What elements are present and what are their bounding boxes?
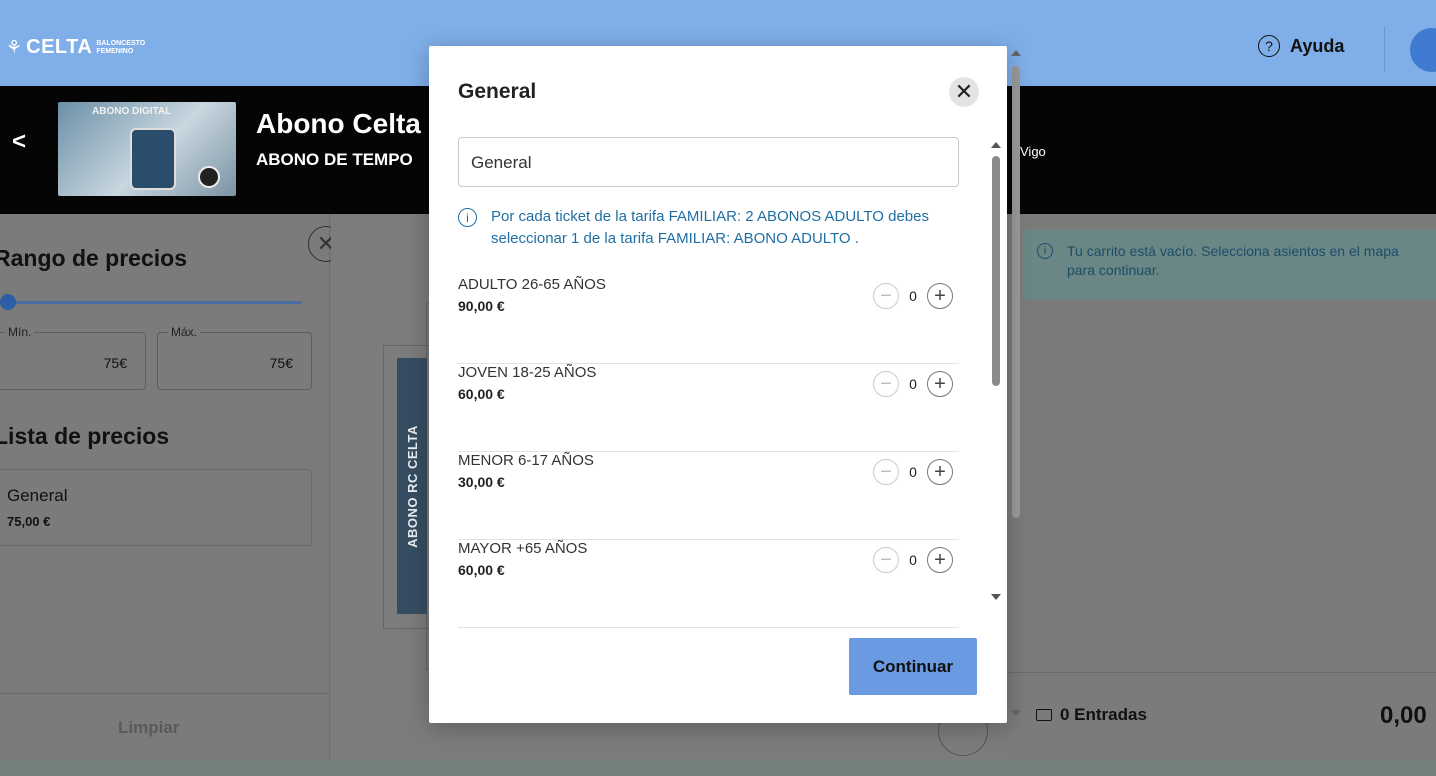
event-title: Abono Celta bbox=[256, 108, 421, 139]
min-price-value: 75€ bbox=[103, 355, 127, 371]
plus-icon[interactable]: + bbox=[927, 547, 953, 573]
quantity-value: 0 bbox=[909, 376, 917, 392]
min-price-label: Mín. bbox=[5, 325, 35, 339]
close-icon[interactable]: ✕ bbox=[949, 77, 979, 107]
map-block-label-text: ABONO RC CELTA bbox=[404, 424, 420, 548]
plus-icon[interactable]: + bbox=[927, 459, 953, 485]
rate-price: 60,00 € bbox=[458, 562, 505, 578]
rate-row: MENOR 6-17 AÑOS 30,00 € − 0 + bbox=[458, 452, 959, 540]
club-crest-icon bbox=[198, 166, 220, 188]
cart-count-label: 0 Entradas bbox=[1060, 705, 1147, 724]
bottom-strip bbox=[0, 760, 1436, 776]
minus-icon[interactable]: − bbox=[873, 547, 899, 573]
quantity-stepper: − 0 + bbox=[873, 459, 953, 485]
rate-info-text: Por cada ticket de la tarifa FAMILIAR: 2… bbox=[491, 208, 929, 247]
rate-info-message: i Por cada ticket de la tarifa FAMILIAR:… bbox=[458, 206, 968, 250]
price-item-name: General bbox=[7, 486, 68, 505]
max-price-field[interactable]: Máx. 75€ bbox=[157, 325, 312, 390]
cart-empty-notice: i Tu carrito está vacío. Selecciona asie… bbox=[1023, 230, 1436, 300]
chevron-left-icon[interactable]: < bbox=[12, 128, 26, 156]
phone-graphic bbox=[130, 128, 176, 190]
scroll-up-arrow-icon[interactable] bbox=[991, 142, 1001, 148]
logo-subtext: BALONCESTO FEMENINO bbox=[96, 40, 145, 56]
scroll-up-arrow-icon[interactable] bbox=[1011, 50, 1021, 56]
event-venue: Vigo bbox=[1020, 144, 1046, 159]
price-item-price: 75,00 € bbox=[7, 514, 51, 529]
quantity-value: 0 bbox=[909, 552, 917, 568]
modal-scrollbar[interactable] bbox=[992, 156, 1000, 386]
cart-empty-text: Tu carrito está vacío. Selecciona asient… bbox=[1067, 243, 1399, 278]
logo-emblem-icon: ⚘ bbox=[6, 37, 23, 57]
rate-row: MAYOR +65 AÑOS 60,00 € − 0 + bbox=[458, 540, 959, 628]
continue-button[interactable]: Continuar bbox=[849, 638, 977, 695]
user-avatar[interactable] bbox=[1410, 28, 1436, 72]
ticket-icon bbox=[1036, 709, 1052, 721]
rate-name: JOVEN 18-25 AÑOS bbox=[458, 364, 597, 381]
help-link[interactable]: ? Ayuda bbox=[1258, 35, 1344, 57]
rate-price: 30,00 € bbox=[458, 474, 505, 490]
quantity-value: 0 bbox=[909, 464, 917, 480]
info-icon: i bbox=[458, 208, 477, 227]
quantity-value: 0 bbox=[909, 288, 917, 304]
price-range-title: Rango de precios bbox=[0, 245, 187, 271]
cart-divider bbox=[1003, 672, 1436, 673]
modal-title: General bbox=[458, 80, 537, 103]
minus-icon[interactable]: − bbox=[873, 283, 899, 309]
logo-subtext-line-1: BALONCESTO bbox=[96, 39, 146, 47]
scroll-down-arrow-icon[interactable] bbox=[1011, 710, 1021, 716]
map-block-label[interactable]: ABONO RC CELTA bbox=[397, 358, 427, 614]
logo-subtext-line-2: FEMENINO bbox=[96, 47, 134, 55]
max-price-value: 75€ bbox=[269, 355, 293, 371]
filters-divider bbox=[0, 693, 330, 694]
thumbnail-label: ABONO DIGITAL bbox=[92, 106, 172, 117]
cart-total: 0,00 bbox=[1380, 702, 1427, 729]
page-scrollbar[interactable] bbox=[1012, 66, 1020, 518]
rate-selection-modal: General ✕ General i Por cada ticket de l… bbox=[429, 46, 1007, 723]
quantity-stepper: − 0 + bbox=[873, 283, 953, 309]
clear-button[interactable]: Limpiar bbox=[118, 718, 179, 738]
price-slider-track[interactable] bbox=[12, 301, 302, 304]
rate-row: ADULTO 26-65 AÑOS 90,00 € − 0 + bbox=[458, 276, 959, 364]
price-list-title: Lista de precios bbox=[0, 423, 170, 449]
logo-text: CELTA bbox=[26, 36, 93, 58]
plus-icon[interactable]: + bbox=[927, 371, 953, 397]
quantity-stepper: − 0 + bbox=[873, 547, 953, 573]
rate-row: JOVEN 18-25 AÑOS 60,00 € − 0 + bbox=[458, 364, 959, 452]
plus-icon[interactable]: + bbox=[927, 283, 953, 309]
topbar-divider bbox=[1384, 26, 1385, 72]
minus-icon[interactable]: − bbox=[873, 459, 899, 485]
event-subtitle: ABONO DE TEMPO bbox=[256, 150, 413, 169]
help-icon: ? bbox=[1258, 35, 1280, 57]
celta-logo[interactable]: ⚘ CELTA BALONCESTO FEMENINO bbox=[6, 36, 145, 59]
event-thumbnail: ABONO DIGITAL bbox=[58, 102, 236, 196]
rate-name: ADULTO 26-65 AÑOS bbox=[458, 276, 606, 293]
max-price-label: Máx. bbox=[168, 325, 201, 339]
min-price-field[interactable]: Mín. 75€ bbox=[0, 325, 146, 390]
scroll-down-arrow-icon[interactable] bbox=[991, 594, 1001, 600]
rate-price: 90,00 € bbox=[458, 298, 505, 314]
rate-category-select[interactable]: General bbox=[458, 137, 959, 187]
rate-name: MAYOR +65 AÑOS bbox=[458, 540, 588, 557]
price-list-item[interactable]: General 75,00 € bbox=[0, 469, 312, 546]
quantity-stepper: − 0 + bbox=[873, 371, 953, 397]
rate-name: MENOR 6-17 AÑOS bbox=[458, 452, 594, 469]
help-label: Ayuda bbox=[1290, 35, 1345, 56]
price-slider-handle[interactable] bbox=[0, 294, 16, 310]
rate-price: 60,00 € bbox=[458, 386, 505, 402]
info-icon: i bbox=[1037, 243, 1053, 259]
minus-icon[interactable]: − bbox=[873, 371, 899, 397]
cart-ticket-count: 0 Entradas bbox=[1036, 705, 1147, 725]
